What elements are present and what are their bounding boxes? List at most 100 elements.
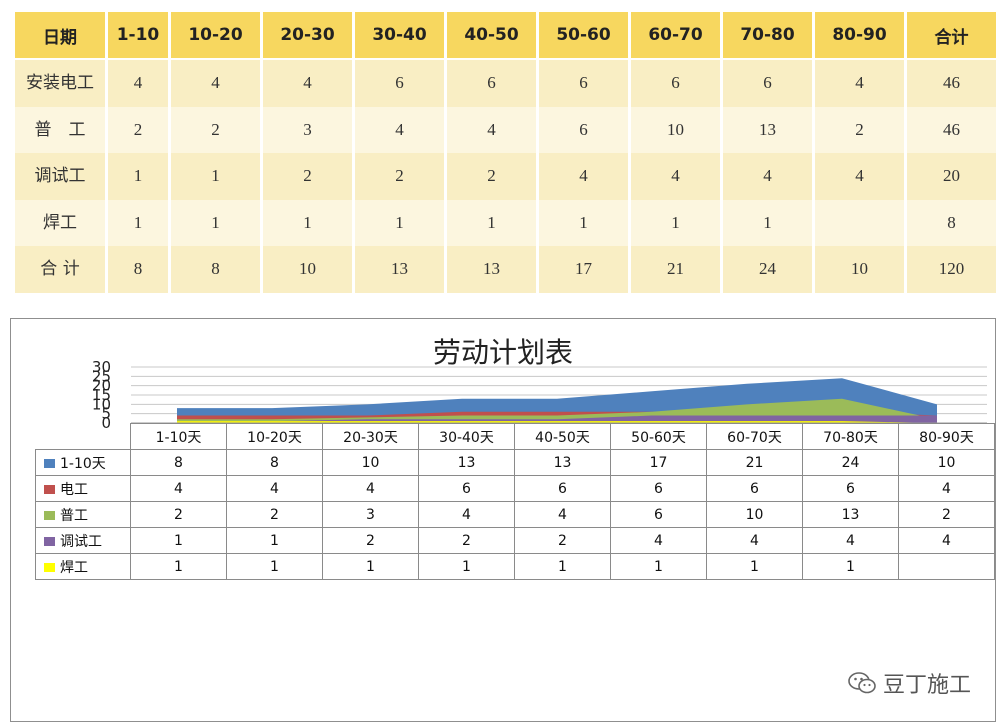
data-label: 6 bbox=[610, 501, 707, 528]
data-label: 17 bbox=[610, 449, 707, 476]
series-name: 普工 bbox=[60, 507, 88, 524]
category-label: 30-40天 bbox=[418, 423, 515, 450]
data-label: 24 bbox=[802, 449, 899, 476]
data-label: 8 bbox=[226, 449, 323, 476]
table-cell: 4 bbox=[815, 60, 904, 107]
table-cell: 24 bbox=[723, 246, 812, 293]
table-row: 合 计 8 8 10 13 13 17 21 24 10 120 bbox=[15, 246, 996, 293]
data-label: 4 bbox=[322, 475, 419, 502]
table-cell: 120 bbox=[907, 246, 996, 293]
data-label: 1 bbox=[322, 553, 419, 580]
table-cell: 4 bbox=[447, 106, 536, 153]
table-cell: 2 bbox=[171, 106, 260, 153]
data-label: 2 bbox=[226, 501, 323, 528]
table-row: 调试工 1 1 2 2 2 4 4 4 4 20 bbox=[15, 153, 996, 200]
legend-swatch bbox=[44, 537, 55, 546]
header-cell: 30-40 bbox=[355, 12, 444, 60]
category-label: 1-10天 bbox=[130, 423, 227, 450]
labor-schedule-table: 日期 1-10 10-20 20-30 30-40 40-50 50-60 60-70 70-8… bbox=[12, 12, 999, 293]
table-cell: 3 bbox=[263, 106, 352, 153]
table-row: 安装电工 4 4 4 6 6 6 6 6 4 46 bbox=[15, 60, 996, 107]
series-row: 调试工 1 1 2 2 2 4 4 4 4 bbox=[35, 527, 995, 554]
header-cell: 日期 bbox=[15, 12, 105, 60]
table-cell: 13 bbox=[447, 246, 536, 293]
header-cell: 1-10 bbox=[108, 12, 168, 60]
table-cell: 4 bbox=[171, 60, 260, 107]
legend-entry: 焊工 bbox=[35, 553, 131, 580]
data-label: 13 bbox=[514, 449, 611, 476]
category-label: 40-50天 bbox=[514, 423, 611, 450]
row-label: 普 工 bbox=[15, 106, 105, 153]
header-cell: 20-30 bbox=[263, 12, 352, 60]
data-label: 1 bbox=[706, 553, 803, 580]
data-label: 10 bbox=[898, 449, 995, 476]
series-row: 普工 2 2 3 4 4 6 10 13 2 bbox=[35, 501, 995, 528]
table-cell: 2 bbox=[447, 153, 536, 200]
header-cell: 80-90 bbox=[815, 12, 904, 60]
row-label: 焊工 bbox=[15, 199, 105, 246]
table-corner bbox=[35, 423, 131, 450]
category-label: 70-80天 bbox=[802, 423, 899, 450]
table-cell: 4 bbox=[723, 153, 812, 200]
table-cell: 8 bbox=[108, 246, 168, 293]
data-label: 6 bbox=[802, 475, 899, 502]
table-cell: 1 bbox=[171, 199, 260, 246]
legend-swatch bbox=[44, 459, 55, 468]
data-label: 3 bbox=[322, 501, 419, 528]
table-cell: 1 bbox=[447, 199, 536, 246]
data-label: 2 bbox=[130, 501, 227, 528]
table-cell: 21 bbox=[631, 246, 720, 293]
legend-entry: 1-10天 bbox=[35, 449, 131, 476]
data-label: 1 bbox=[226, 553, 323, 580]
table-cell: 8 bbox=[907, 199, 996, 246]
table-cell: 46 bbox=[907, 106, 996, 153]
legend-swatch bbox=[44, 511, 55, 520]
table-row: 普 工 2 2 3 4 4 6 10 13 2 46 bbox=[15, 106, 996, 153]
table-cell: 13 bbox=[723, 106, 812, 153]
data-label: 1 bbox=[610, 553, 707, 580]
header-cell: 10-20 bbox=[171, 12, 260, 60]
category-label: 20-30天 bbox=[322, 423, 419, 450]
table-cell: 4 bbox=[631, 153, 720, 200]
row-label: 合 计 bbox=[15, 246, 105, 293]
data-label: 13 bbox=[802, 501, 899, 528]
series-row: 1-10天 8 8 10 13 13 17 21 24 10 bbox=[35, 449, 995, 476]
data-label: 21 bbox=[706, 449, 803, 476]
table-cell: 46 bbox=[907, 60, 996, 107]
data-label: 2 bbox=[514, 527, 611, 554]
data-label: 2 bbox=[898, 501, 995, 528]
row-label: 安装电工 bbox=[15, 60, 105, 107]
chart-area: 劳动计划表 30 25 20 15 10 5 0 1-10天 10-20天 20-30天 30-4… bbox=[10, 318, 996, 722]
legend-entry: 电工 bbox=[35, 475, 131, 502]
data-label: 4 bbox=[610, 527, 707, 554]
data-label: 1 bbox=[226, 527, 323, 554]
table-cell: 1 bbox=[263, 199, 352, 246]
table-cell: 1 bbox=[631, 199, 720, 246]
header-cell: 50-60 bbox=[539, 12, 628, 60]
legend-entry: 调试工 bbox=[35, 527, 131, 554]
data-label: 6 bbox=[418, 475, 515, 502]
category-label: 60-70天 bbox=[706, 423, 803, 450]
data-label: 6 bbox=[706, 475, 803, 502]
legend-entry: 普工 bbox=[35, 501, 131, 528]
wechat-icon bbox=[848, 672, 876, 694]
table-cell: 4 bbox=[815, 153, 904, 200]
table-cell: 6 bbox=[447, 60, 536, 107]
table-cell: 2 bbox=[108, 106, 168, 153]
table-cell: 6 bbox=[539, 106, 628, 153]
data-label: 13 bbox=[418, 449, 515, 476]
data-label: 1 bbox=[514, 553, 611, 580]
data-label: 2 bbox=[418, 527, 515, 554]
series-row: 电工 4 4 4 6 6 6 6 6 4 bbox=[35, 475, 995, 502]
data-label: 4 bbox=[898, 527, 995, 554]
data-label: 10 bbox=[322, 449, 419, 476]
legend-swatch bbox=[44, 485, 55, 494]
table-cell: 2 bbox=[815, 106, 904, 153]
header-cell: 60-70 bbox=[631, 12, 720, 60]
table-cell: 10 bbox=[631, 106, 720, 153]
data-label: 4 bbox=[898, 475, 995, 502]
chart-data-table: 1-10天 10-20天 20-30天 30-40天 40-50天 50-60天 60-70… bbox=[35, 423, 995, 580]
table-cell: 1 bbox=[108, 199, 168, 246]
data-label: 4 bbox=[802, 527, 899, 554]
table-cell: 10 bbox=[815, 246, 904, 293]
